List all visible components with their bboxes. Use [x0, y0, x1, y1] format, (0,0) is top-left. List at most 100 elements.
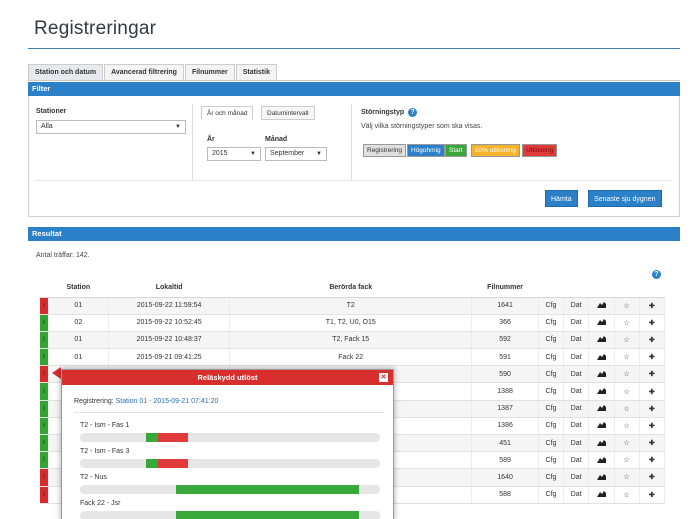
- trip-popup: Reläskydd utlöst ✕ Registrering: Station…: [61, 369, 394, 519]
- chart-icon[interactable]: [588, 348, 615, 367]
- type-50-utlosning[interactable]: 50% utlösning: [471, 144, 520, 157]
- star-icon[interactable]: ☆: [614, 331, 640, 350]
- dat-link[interactable]: Dat: [563, 382, 590, 401]
- chart-icon[interactable]: [588, 417, 615, 436]
- plus-icon[interactable]: ✚: [639, 382, 666, 401]
- stations-select[interactable]: Alla ▼: [36, 120, 186, 134]
- time-cell: 2015-09-22 10:48:37: [108, 331, 231, 350]
- star-icon[interactable]: ☆: [614, 468, 640, 487]
- cfg-link[interactable]: Cfg: [538, 365, 565, 384]
- cfg-link[interactable]: Cfg: [538, 400, 565, 418]
- last-seven-days-button[interactable]: Senaste sju dygnen: [588, 190, 662, 207]
- star-icon[interactable]: ☆: [614, 400, 640, 418]
- status-icon[interactable]: i: [40, 486, 49, 504]
- star-icon[interactable]: ☆: [614, 434, 640, 453]
- status-icon[interactable]: i: [40, 451, 49, 470]
- plus-icon[interactable]: ✚: [639, 486, 666, 504]
- star-icon[interactable]: ☆: [614, 486, 640, 504]
- status-icon[interactable]: i: [40, 297, 49, 315]
- help-icon[interactable]: ?: [652, 270, 661, 279]
- status-icon[interactable]: i: [40, 365, 49, 384]
- close-icon[interactable]: ✕: [379, 373, 388, 382]
- fetch-button[interactable]: Hämta: [545, 190, 578, 207]
- star-icon[interactable]: ☆: [614, 451, 640, 470]
- cfg-link[interactable]: Cfg: [538, 348, 565, 367]
- star-icon[interactable]: ☆: [614, 382, 640, 401]
- subtab-datumintervall[interactable]: Datumintervall: [261, 106, 315, 120]
- cfg-link[interactable]: Cfg: [538, 297, 565, 315]
- tab-filnummer[interactable]: Filnummer: [184, 64, 235, 81]
- chart-icon[interactable]: [588, 297, 615, 315]
- status-icon[interactable]: i: [40, 314, 49, 332]
- chart-icon[interactable]: [588, 468, 615, 487]
- dat-link[interactable]: Dat: [563, 486, 590, 504]
- plus-icon[interactable]: ✚: [639, 468, 666, 487]
- type-utlosning[interactable]: Utlösning: [522, 144, 558, 157]
- dat-link[interactable]: Dat: [563, 434, 590, 453]
- status-icon[interactable]: i: [40, 348, 49, 367]
- plus-icon[interactable]: ✚: [639, 331, 666, 350]
- cfg-link[interactable]: Cfg: [538, 314, 565, 332]
- status-icon[interactable]: i: [40, 400, 49, 418]
- chart-icon[interactable]: [588, 365, 615, 384]
- cfg-link[interactable]: Cfg: [538, 382, 565, 401]
- dat-link[interactable]: Dat: [563, 417, 590, 436]
- type-start[interactable]: Start: [445, 144, 467, 157]
- plus-icon[interactable]: ✚: [639, 348, 666, 367]
- dat-link[interactable]: Dat: [563, 451, 590, 470]
- table-row[interactable]: i 02 2015-09-22 10:52:45 T1, T2, U0, O15 366…: [40, 314, 666, 332]
- help-icon[interactable]: ?: [408, 108, 418, 117]
- status-icon[interactable]: i: [40, 331, 49, 350]
- registration-link[interactable]: Station 01 - 2015-09-21 07:41:20: [116, 398, 219, 405]
- time-cell: 2015-09-21 09:41:25: [108, 348, 231, 367]
- dat-link[interactable]: Dat: [563, 297, 590, 315]
- chart-icon[interactable]: [588, 331, 615, 350]
- tab-station-och-datum[interactable]: Station och datum: [28, 64, 104, 81]
- tab-avancerad-filtrering[interactable]: Avancerad filtrering: [104, 64, 184, 81]
- chart-icon[interactable]: [588, 486, 615, 504]
- status-icon[interactable]: i: [40, 468, 49, 487]
- dat-link[interactable]: Dat: [563, 468, 590, 487]
- chart-icon[interactable]: [588, 382, 615, 401]
- cfg-link[interactable]: Cfg: [538, 486, 565, 504]
- cfg-link[interactable]: Cfg: [538, 417, 565, 436]
- star-icon[interactable]: ☆: [614, 417, 640, 436]
- plus-icon[interactable]: ✚: [639, 297, 666, 315]
- type-registrering[interactable]: Registrering: [363, 144, 407, 157]
- dat-link[interactable]: Dat: [563, 314, 590, 332]
- subtab-ar-och-manad[interactable]: År och månad: [201, 106, 254, 120]
- star-icon[interactable]: ☆: [614, 365, 640, 384]
- cfg-link[interactable]: Cfg: [538, 331, 565, 350]
- table-row[interactable]: i 01 2015-09-22 11:59:54 T2 1641 Cfg Dat ☆ ✚: [40, 297, 666, 315]
- cfg-link[interactable]: Cfg: [538, 451, 565, 470]
- star-icon[interactable]: ☆: [614, 297, 640, 315]
- plus-icon[interactable]: ✚: [639, 434, 666, 453]
- star-icon[interactable]: ☆: [614, 348, 640, 367]
- plus-icon[interactable]: ✚: [639, 365, 666, 384]
- status-icon[interactable]: i: [40, 382, 49, 401]
- tab-statistik[interactable]: Statistik: [235, 64, 277, 81]
- table-row[interactable]: i 01 2015-09-22 10:48:37 T2, Fack 15 592 Cfg D…: [40, 331, 666, 350]
- dat-link[interactable]: Dat: [563, 365, 590, 384]
- status-icon[interactable]: i: [40, 417, 49, 436]
- type-hogohmig[interactable]: Högohmig: [407, 144, 445, 157]
- month-select[interactable]: September ▼: [265, 147, 327, 161]
- star-icon[interactable]: ☆: [614, 314, 640, 332]
- year-select[interactable]: 2015 ▼: [207, 147, 261, 161]
- cfg-link[interactable]: Cfg: [538, 434, 565, 453]
- filter-divider: [36, 180, 672, 181]
- dat-link[interactable]: Dat: [563, 348, 590, 367]
- table-row[interactable]: i 01 2015-09-21 09:41:25 Fack 22 591 Cfg Dat ☆ ✚: [40, 348, 666, 367]
- plus-icon[interactable]: ✚: [639, 314, 666, 332]
- chart-icon[interactable]: [588, 314, 615, 332]
- cfg-link[interactable]: Cfg: [538, 468, 565, 487]
- chart-icon[interactable]: [588, 434, 615, 453]
- dat-link[interactable]: Dat: [563, 331, 590, 350]
- status-icon[interactable]: i: [40, 434, 49, 453]
- plus-icon[interactable]: ✚: [639, 400, 666, 418]
- chart-icon[interactable]: [588, 451, 615, 470]
- plus-icon[interactable]: ✚: [639, 451, 666, 470]
- dat-link[interactable]: Dat: [563, 400, 590, 418]
- chart-icon[interactable]: [588, 400, 615, 418]
- plus-icon[interactable]: ✚: [639, 417, 666, 436]
